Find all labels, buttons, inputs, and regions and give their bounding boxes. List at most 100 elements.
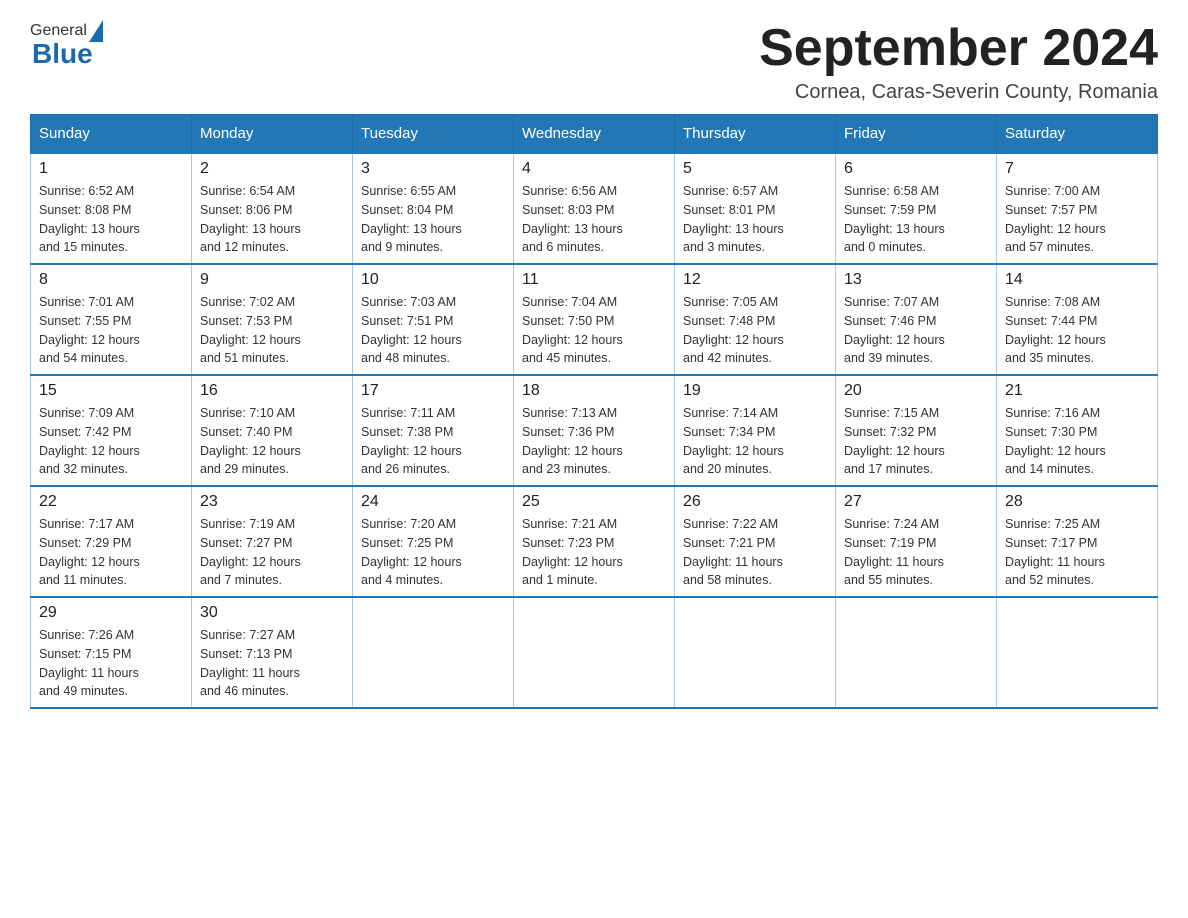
day-number: 28: [1005, 493, 1149, 511]
day-number: 13: [844, 271, 988, 289]
day-info: Sunrise: 7:07 AMSunset: 7:46 PMDaylight:…: [844, 293, 988, 368]
calendar-header-wednesday: Wednesday: [514, 115, 675, 154]
calendar-cell: 24Sunrise: 7:20 AMSunset: 7:25 PMDayligh…: [353, 486, 514, 597]
calendar-cell: 29 Sunrise: 7:26 AMSunset: 7:15 PMDayligh…: [31, 597, 192, 708]
calendar-cell: [353, 597, 514, 708]
calendar-header-friday: Friday: [836, 115, 997, 154]
day-info: Sunrise: 7:14 AMSunset: 7:34 PMDaylight:…: [683, 404, 827, 479]
day-number: 15: [39, 382, 183, 400]
day-info: Sunrise: 7:22 AMSunset: 7:21 PMDaylight:…: [683, 515, 827, 590]
day-number: 1: [39, 160, 183, 178]
day-info: Sunrise: 6:56 AMSunset: 8:03 PMDaylight:…: [522, 182, 666, 257]
calendar-week-2: 8 Sunrise: 7:01 AMSunset: 7:55 PMDaylight…: [31, 264, 1158, 375]
calendar-cell: 3 Sunrise: 6:55 AMSunset: 8:04 PMDaylight…: [353, 153, 514, 264]
day-number: 25: [522, 493, 666, 511]
calendar-header-row: SundayMondayTuesdayWednesdayThursdayFrid…: [31, 115, 1158, 154]
calendar-cell: 9 Sunrise: 7:02 AMSunset: 7:53 PMDaylight…: [192, 264, 353, 375]
day-info: Sunrise: 6:52 AMSunset: 8:08 PMDaylight:…: [39, 182, 183, 257]
calendar-header-monday: Monday: [192, 115, 353, 154]
calendar-week-4: 22 Sunrise: 7:17 AMSunset: 7:29 PMDayligh…: [31, 486, 1158, 597]
calendar-cell: [836, 597, 997, 708]
day-number: 12: [683, 271, 827, 289]
title-section: September 2024 Cornea, Caras-Severin Cou…: [759, 20, 1158, 104]
day-number: 2: [200, 160, 344, 178]
calendar-week-5: 29 Sunrise: 7:26 AMSunset: 7:15 PMDayligh…: [31, 597, 1158, 708]
day-info: Sunrise: 7:00 AMSunset: 7:57 PMDaylight:…: [1005, 182, 1149, 257]
calendar-cell: 22 Sunrise: 7:17 AMSunset: 7:29 PMDayligh…: [31, 486, 192, 597]
day-info: Sunrise: 7:05 AMSunset: 7:48 PMDaylight:…: [683, 293, 827, 368]
day-number: 21: [1005, 382, 1149, 400]
day-info: Sunrise: 7:15 AMSunset: 7:32 PMDaylight:…: [844, 404, 988, 479]
day-info: Sunrise: 6:55 AMSunset: 8:04 PMDaylight:…: [361, 182, 505, 257]
month-title: September 2024: [759, 20, 1158, 77]
day-number: 17: [361, 382, 505, 400]
day-info: Sunrise: 6:54 AMSunset: 8:06 PMDaylight:…: [200, 182, 344, 257]
day-info: Sunrise: 7:27 AMSunset: 7:13 PMDaylight:…: [200, 626, 344, 701]
calendar-cell: 23Sunrise: 7:19 AMSunset: 7:27 PMDayligh…: [192, 486, 353, 597]
day-number: 16: [200, 382, 344, 400]
day-number: 3: [361, 160, 505, 178]
day-info: Sunrise: 7:09 AMSunset: 7:42 PMDaylight:…: [39, 404, 183, 479]
calendar-header-tuesday: Tuesday: [353, 115, 514, 154]
calendar-header-thursday: Thursday: [675, 115, 836, 154]
calendar-week-3: 15 Sunrise: 7:09 AMSunset: 7:42 PMDayligh…: [31, 375, 1158, 486]
calendar-cell: 30 Sunrise: 7:27 AMSunset: 7:13 PMDayligh…: [192, 597, 353, 708]
calendar-header-sunday: Sunday: [31, 115, 192, 154]
calendar-cell: 16 Sunrise: 7:10 AMSunset: 7:40 PMDayligh…: [192, 375, 353, 486]
calendar-table: SundayMondayTuesdayWednesdayThursdayFrid…: [30, 114, 1158, 709]
calendar-cell: 8 Sunrise: 7:01 AMSunset: 7:55 PMDaylight…: [31, 264, 192, 375]
day-number: 26: [683, 493, 827, 511]
day-info: Sunrise: 7:21 AMSunset: 7:23 PMDaylight:…: [522, 515, 666, 590]
calendar-cell: 7 Sunrise: 7:00 AMSunset: 7:57 PMDaylight…: [997, 153, 1158, 264]
calendar-cell: 5 Sunrise: 6:57 AMSunset: 8:01 PMDaylight…: [675, 153, 836, 264]
calendar-cell: 26 Sunrise: 7:22 AMSunset: 7:21 PMDayligh…: [675, 486, 836, 597]
calendar-cell: 28Sunrise: 7:25 AMSunset: 7:17 PMDayligh…: [997, 486, 1158, 597]
day-number: 5: [683, 160, 827, 178]
calendar-cell: [675, 597, 836, 708]
day-number: 30: [200, 604, 344, 622]
calendar-cell: 19 Sunrise: 7:14 AMSunset: 7:34 PMDayligh…: [675, 375, 836, 486]
calendar-cell: 6Sunrise: 6:58 AMSunset: 7:59 PMDaylight…: [836, 153, 997, 264]
calendar-cell: 13 Sunrise: 7:07 AMSunset: 7:46 PMDayligh…: [836, 264, 997, 375]
day-info: Sunrise: 7:17 AMSunset: 7:29 PMDaylight:…: [39, 515, 183, 590]
day-info: Sunrise: 6:58 AMSunset: 7:59 PMDaylight:…: [844, 182, 988, 257]
calendar-cell: [514, 597, 675, 708]
calendar-cell: 20 Sunrise: 7:15 AMSunset: 7:32 PMDayligh…: [836, 375, 997, 486]
day-number: 29: [39, 604, 183, 622]
calendar-cell: 21Sunrise: 7:16 AMSunset: 7:30 PMDayligh…: [997, 375, 1158, 486]
day-info: Sunrise: 7:04 AMSunset: 7:50 PMDaylight:…: [522, 293, 666, 368]
calendar-cell: 4 Sunrise: 6:56 AMSunset: 8:03 PMDaylight…: [514, 153, 675, 264]
day-number: 23: [200, 493, 344, 511]
day-number: 22: [39, 493, 183, 511]
day-info: Sunrise: 6:57 AMSunset: 8:01 PMDaylight:…: [683, 182, 827, 257]
calendar-cell: 11Sunrise: 7:04 AMSunset: 7:50 PMDayligh…: [514, 264, 675, 375]
day-number: 4: [522, 160, 666, 178]
day-info: Sunrise: 7:01 AMSunset: 7:55 PMDaylight:…: [39, 293, 183, 368]
day-info: Sunrise: 7:24 AMSunset: 7:19 PMDaylight:…: [844, 515, 988, 590]
location-subtitle: Cornea, Caras-Severin County, Romania: [759, 81, 1158, 104]
day-number: 8: [39, 271, 183, 289]
day-number: 20: [844, 382, 988, 400]
day-info: Sunrise: 7:02 AMSunset: 7:53 PMDaylight:…: [200, 293, 344, 368]
calendar-week-1: 1 Sunrise: 6:52 AMSunset: 8:08 PMDaylight…: [31, 153, 1158, 264]
day-number: 9: [200, 271, 344, 289]
calendar-cell: 2 Sunrise: 6:54 AMSunset: 8:06 PMDaylight…: [192, 153, 353, 264]
calendar-cell: 15 Sunrise: 7:09 AMSunset: 7:42 PMDayligh…: [31, 375, 192, 486]
calendar-cell: 17 Sunrise: 7:11 AMSunset: 7:38 PMDayligh…: [353, 375, 514, 486]
day-info: Sunrise: 7:11 AMSunset: 7:38 PMDaylight:…: [361, 404, 505, 479]
logo: General Blue: [30, 20, 105, 70]
calendar-cell: 18Sunrise: 7:13 AMSunset: 7:36 PMDayligh…: [514, 375, 675, 486]
day-info: Sunrise: 7:26 AMSunset: 7:15 PMDaylight:…: [39, 626, 183, 701]
day-number: 7: [1005, 160, 1149, 178]
page-header: General Blue September 2024 Cornea, Cara…: [30, 20, 1158, 104]
day-info: Sunrise: 7:10 AMSunset: 7:40 PMDaylight:…: [200, 404, 344, 479]
day-number: 24: [361, 493, 505, 511]
day-number: 18: [522, 382, 666, 400]
logo-blue-text: Blue: [32, 38, 93, 70]
calendar-cell: 14Sunrise: 7:08 AMSunset: 7:44 PMDayligh…: [997, 264, 1158, 375]
day-number: 19: [683, 382, 827, 400]
day-info: Sunrise: 7:08 AMSunset: 7:44 PMDaylight:…: [1005, 293, 1149, 368]
calendar-cell: 1 Sunrise: 6:52 AMSunset: 8:08 PMDaylight…: [31, 153, 192, 264]
day-number: 10: [361, 271, 505, 289]
calendar-cell: 12 Sunrise: 7:05 AMSunset: 7:48 PMDayligh…: [675, 264, 836, 375]
